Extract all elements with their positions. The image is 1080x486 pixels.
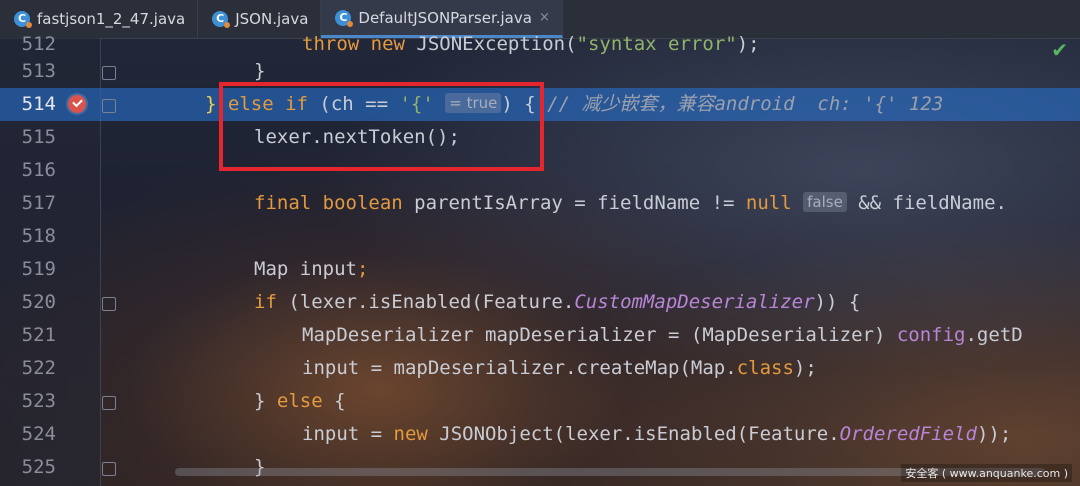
line-number: 525 — [21, 456, 56, 478]
code-text: MapDeserializer mapDeserializer = (MapDe… — [302, 324, 1023, 346]
line-number: 520 — [21, 291, 56, 313]
line-number: 516 — [21, 159, 56, 181]
fold-marker-icon[interactable] — [102, 66, 116, 80]
watermark: 安全客 ( www.anquanke.com ) — [901, 464, 1072, 482]
code-text: if (lexer.isEnabled(Feature.CustomMapDes… — [254, 291, 861, 313]
code-line[interactable]: 522 input = mapDeserializer.createMap(Ma… — [0, 352, 1080, 385]
code-text: input = new JSONObject(lexer.isEnabled(F… — [302, 423, 1012, 445]
line-number: 518 — [21, 225, 56, 247]
code-line[interactable]: 520 if (lexer.isEnabled(Feature.CustomMa… — [0, 286, 1080, 319]
code-line[interactable]: 523 } else { — [0, 385, 1080, 418]
line-number: 514 — [21, 93, 56, 115]
tab-label: fastjson1_2_47.java — [37, 10, 186, 28]
code-text: final boolean parentIsArray = fieldName … — [254, 192, 1007, 214]
code-line[interactable]: 517 final boolean parentIsArray = fieldN… — [0, 187, 1080, 220]
code-text: input = mapDeserializer.createMap(Map.cl… — [302, 357, 817, 379]
highlight-annotation-box — [219, 82, 544, 171]
tab-label: DefaultJSONParser.java — [358, 8, 532, 27]
line-number: 517 — [21, 192, 56, 214]
fold-marker-icon[interactable] — [102, 396, 116, 410]
fold-marker-icon[interactable] — [102, 297, 116, 311]
code-text: } else { — [254, 390, 346, 412]
java-class-icon: C — [212, 11, 231, 28]
inspection-ok-icon[interactable]: ✔ — [1051, 38, 1068, 62]
code-comment: // 减少嵌套，兼容android ch: '{' 123 — [547, 93, 944, 115]
code-text: Map input; — [254, 258, 369, 280]
breakpoint-icon[interactable] — [68, 95, 86, 113]
tab-label: JSON.java — [235, 10, 309, 28]
line-number: 515 — [21, 126, 56, 148]
line-number: 521 — [21, 324, 56, 346]
code-editor[interactable]: 512 throw new JSONException("syntax erro… — [0, 33, 1080, 486]
java-class-icon: C — [14, 11, 32, 28]
line-number: 522 — [21, 357, 56, 379]
inlay-hint: false — [803, 192, 847, 212]
fold-marker-icon[interactable] — [102, 99, 116, 113]
line-number: 519 — [21, 258, 56, 280]
ide-window: C fastjson1_2_47.java C JSON.java C Defa… — [0, 0, 1080, 486]
code-line[interactable]: 518 — [0, 220, 1080, 253]
code-line[interactable]: 519 Map input; — [0, 253, 1080, 286]
line-number: 524 — [21, 423, 56, 445]
code-line[interactable]: 521 MapDeserializer mapDeserializer = (M… — [0, 319, 1080, 352]
close-icon[interactable]: × — [539, 10, 550, 25]
code-line[interactable]: 524 input = new JSONObject(lexer.isEnabl… — [0, 418, 1080, 451]
line-number: 523 — [21, 390, 56, 412]
line-number: 513 — [21, 60, 56, 82]
fold-marker-icon[interactable] — [102, 462, 116, 476]
java-class-icon: C — [335, 9, 354, 27]
